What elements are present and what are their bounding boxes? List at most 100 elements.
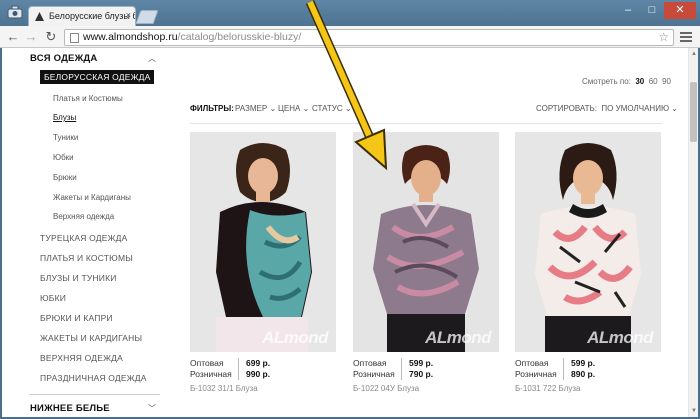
chevron-down-icon: ⌄ <box>344 104 352 113</box>
scroll-up-icon[interactable]: ▲ <box>691 51 697 57</box>
minimize-button[interactable]: – <box>616 2 640 19</box>
sidebar: ВСЯ ОДЕЖДА ︿ БЕЛОРУССКАЯ ОДЕЖДА Платья и… <box>2 48 162 417</box>
sidebar-divider <box>30 394 160 395</box>
product-photo-illustration <box>353 132 499 352</box>
tab-title: Белорусские блузы больш <box>49 11 135 21</box>
sidebar-subitem-tunics[interactable]: Туники <box>53 133 78 142</box>
product-card[interactable]: ALmond Оптовая Розничная 699 р. 990 р. Б… <box>190 132 336 398</box>
filter-status-label: СТАТУС <box>312 104 343 113</box>
price-divider <box>401 358 402 380</box>
retail-price: 790 р. <box>409 369 434 379</box>
product-title-link[interactable]: Б-1022 04У Блуза <box>353 384 419 393</box>
product-photo-illustration <box>190 132 336 352</box>
retail-price: 990 р. <box>246 369 271 379</box>
product-card[interactable]: ALmond Оптовая Розничная 599 р. 890 р. Б… <box>515 132 661 398</box>
browser-titlebar: Белорусские блузы больш × – □ ✕ <box>0 0 700 26</box>
wholesale-label: Оптовая <box>353 358 387 368</box>
menu-icon[interactable] <box>680 32 692 43</box>
sidebar-head-label: ВСЯ ОДЕЖДА <box>30 53 98 64</box>
close-window-button[interactable]: ✕ <box>664 2 696 19</box>
sidebar-item-skirts[interactable]: ЮБКИ <box>40 293 66 303</box>
app-icon <box>7 5 23 19</box>
sidebar-head-label: НИЖНЕЕ БЕЛЬЕ <box>30 403 110 414</box>
sidebar-subitem-outerwear[interactable]: Верхняя одежда <box>53 212 114 221</box>
sidebar-subitem-trousers[interactable]: Брюки <box>53 173 77 182</box>
per-page-option-90[interactable]: 90 <box>662 77 671 86</box>
retail-label: Розничная <box>515 369 557 379</box>
almond-logo: ALmond <box>425 328 491 347</box>
filter-bar: ФИЛЬТРЫ: РАЗМЕР ⌄ ЦЕНА ⌄ СТАТУС ⌄ СОРТИР… <box>190 104 678 118</box>
bookmark-star-icon[interactable]: ☆ <box>658 30 669 45</box>
chevron-down-icon: ⌄ <box>269 104 277 113</box>
sidebar-item-festive[interactable]: ПРАЗДНИЧНАЯ ОДЕЖДА <box>40 373 147 383</box>
price-block: Оптовая Розничная 699 р. 990 р. <box>190 358 336 382</box>
address-bar[interactable]: www.almondshop.ru/catalog/belorusskie-bl… <box>64 29 674 46</box>
tab-close-icon[interactable]: × <box>126 10 131 20</box>
sort-label: СОРТИРОВАТЬ: <box>536 104 597 113</box>
window-controls: – □ ✕ <box>616 2 696 19</box>
page-icon <box>70 33 79 43</box>
filter-size-dropdown[interactable]: РАЗМЕР ⌄ <box>235 104 276 113</box>
per-page-option-60[interactable]: 60 <box>649 77 658 86</box>
price-block: Оптовая Розничная 599 р. 890 р. <box>515 358 661 382</box>
retail-label: Розничная <box>353 369 395 379</box>
sort-dropdown[interactable]: СОРТИРОВАТЬ: ПО УМОЛЧАНИЮ ⌄ <box>536 104 678 113</box>
filter-price-dropdown[interactable]: ЦЕНА ⌄ <box>278 104 309 113</box>
filters-label: ФИЛЬТРЫ: <box>190 104 234 113</box>
url-path: /catalog/belorusskie-bluzy/ <box>177 31 302 43</box>
price-divider <box>563 358 564 380</box>
maximize-button[interactable]: □ <box>640 2 664 19</box>
web-page: ВСЯ ОДЕЖДА ︿ БЕЛОРУССКАЯ ОДЕЖДА Платья и… <box>2 48 698 417</box>
forward-arrow-icon[interactable]: → <box>23 29 39 45</box>
product-photo[interactable]: ALmond <box>190 132 336 352</box>
wholesale-label: Оптовая <box>515 358 549 368</box>
new-tab-button[interactable] <box>135 10 159 24</box>
product-title-link[interactable]: Б-1031 722 Блуза <box>515 384 580 393</box>
sidebar-item-turkish[interactable]: ТУРЕЦКАЯ ОДЕЖДА <box>40 233 127 243</box>
url-host: www.almondshop.ru <box>83 31 178 43</box>
retail-price: 890 р. <box>571 369 596 379</box>
sidebar-item-blouses-tunics[interactable]: БЛУЗЫ И ТУНИКИ <box>40 273 117 283</box>
chevron-down-icon: ⌄ <box>671 104 678 113</box>
wholesale-price: 699 р. <box>246 358 271 368</box>
reload-icon[interactable]: ↻ <box>43 29 59 45</box>
sidebar-item-trousers-capri[interactable]: БРЮКИ И КАПРИ <box>40 313 113 323</box>
back-arrow-icon[interactable]: ← <box>5 29 21 45</box>
filter-size-label: РАЗМЕР <box>235 104 268 113</box>
sidebar-subitem-skirts[interactable]: Юбки <box>53 153 74 162</box>
product-photo-illustration <box>515 132 661 352</box>
almond-logo: ALmond <box>587 328 653 347</box>
chevron-up-icon[interactable]: ︿ <box>148 53 156 64</box>
sidebar-item-outerwear[interactable]: ВЕРХНЯЯ ОДЕЖДА <box>40 353 123 363</box>
per-page-label: Смотреть по: <box>582 77 631 86</box>
scroll-down-icon[interactable]: ▼ <box>691 408 697 414</box>
product-card[interactable]: ALmond Оптовая Розничная 599 р. 790 р. Б… <box>353 132 499 398</box>
sidebar-subitem-jackets[interactable]: Жакеты и Кардиганы <box>53 193 131 202</box>
browser-tab[interactable]: Белорусские блузы больш × <box>28 6 136 26</box>
chevron-down-icon[interactable]: ﹀ <box>148 403 156 414</box>
sidebar-item-dresses-suits[interactable]: ПЛАТЬЯ И КОСТЮМЫ <box>40 253 133 263</box>
sort-value: ПО УМОЛЧАНИЮ <box>601 104 670 113</box>
filter-price-label: ЦЕНА <box>278 104 301 113</box>
product-title-link[interactable]: Б-1032 31/1 Блуза <box>190 384 258 393</box>
price-block: Оптовая Розничная 599 р. 790 р. <box>353 358 499 382</box>
sidebar-subitem-dresses[interactable]: Платья и Костюмы <box>53 94 123 103</box>
scrollbar-thumb[interactable] <box>690 82 697 142</box>
sidebar-subitem-blouses[interactable]: Блузы <box>53 113 76 122</box>
retail-label: Розничная <box>190 369 232 379</box>
per-page-option-30[interactable]: 30 <box>635 77 644 86</box>
wholesale-price: 599 р. <box>571 358 596 368</box>
filter-divider <box>190 123 662 124</box>
sidebar-item-belarus-clothing[interactable]: БЕЛОРУССКАЯ ОДЕЖДА <box>40 70 155 84</box>
sidebar-head-all-clothing[interactable]: ВСЯ ОДЕЖДА ︿ <box>30 53 156 64</box>
sidebar-head-underwear[interactable]: НИЖНЕЕ БЕЛЬЕ ﹀ <box>30 403 156 414</box>
wholesale-label: Оптовая <box>190 358 224 368</box>
vertical-scrollbar[interactable]: ▲ ▼ <box>688 48 698 417</box>
per-page-selector: Смотреть по: 30 60 90 <box>582 77 671 86</box>
favicon-icon <box>35 12 44 21</box>
sidebar-item-jackets-cardigans[interactable]: ЖАКЕТЫ И КАРДИГАНЫ <box>40 333 142 343</box>
product-photo[interactable]: ALmond <box>353 132 499 352</box>
browser-toolbar: ← → ↻ www.almondshop.ru/catalog/beloruss… <box>0 26 700 48</box>
filter-status-dropdown[interactable]: СТАТУС ⌄ <box>312 104 352 113</box>
product-photo[interactable]: ALmond <box>515 132 661 352</box>
